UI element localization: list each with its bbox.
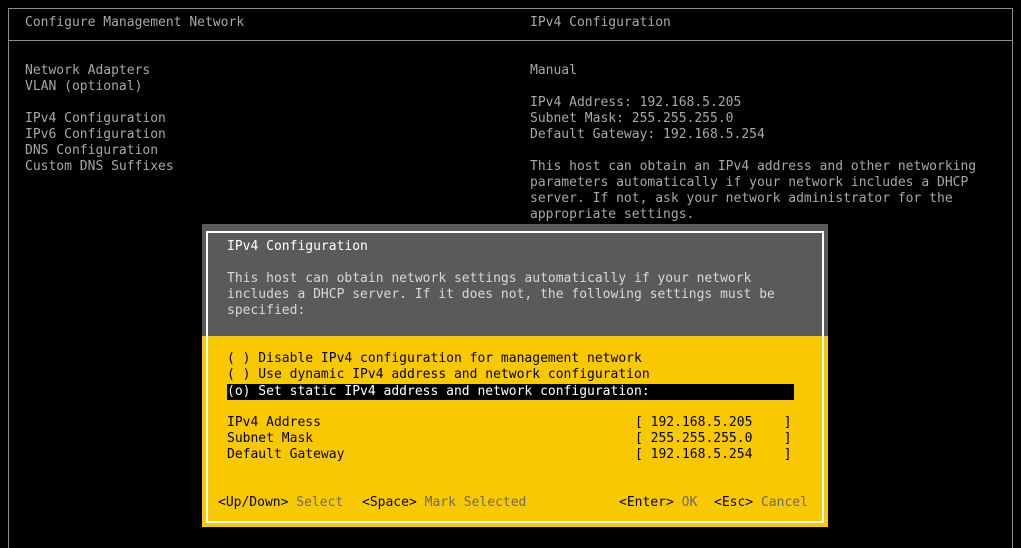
subnet-mask-label: Subnet Mask: [227, 431, 314, 446]
ipv4-config-dialog: IPv4 Configuration This host can obtain …: [202, 224, 828, 527]
menu-item-custom-dns-suffixes[interactable]: Custom DNS Suffixes: [25, 159, 174, 175]
right-description-line: appropriate settings.: [530, 207, 695, 222]
menu-item-ipv6-configuration[interactable]: IPv6 Configuration: [25, 127, 166, 143]
ipv4-address-field[interactable]: [ 192.168.5.205 ]: [635, 415, 792, 431]
ipv4-address-info: IPv4 Address: 192.168.5.205: [530, 95, 742, 110]
space-key: <Space>: [362, 495, 417, 510]
header-divider: [9, 40, 1012, 41]
updown-key: <Up/Down>: [218, 495, 289, 510]
right-panel-title: IPv4 Configuration: [530, 15, 671, 30]
default-gateway-label: Default Gateway: [227, 447, 345, 462]
footer-enter-ok[interactable]: <Enter> OK: [619, 495, 697, 511]
default-gateway-info: Default Gateway: 192.168.5.254: [530, 127, 765, 142]
option-disable-ipv4[interactable]: ( ) Disable IPv4 configuration for manag…: [227, 351, 642, 367]
ipv4-address-label: IPv4 Address: [227, 415, 321, 430]
updown-hint: Select: [296, 495, 344, 510]
left-panel-title: Configure Management Network: [25, 15, 245, 30]
footer-esc-cancel[interactable]: <Esc> Cancel: [714, 495, 808, 511]
menu-item-ipv4-configuration[interactable]: IPv4 Configuration: [25, 111, 166, 127]
space-hint: Mark Selected: [424, 495, 527, 510]
ok-hint: OK: [681, 495, 698, 510]
esc-key: <Esc>: [714, 495, 754, 510]
subnet-mask-info: Subnet Mask: 255.255.255.0: [530, 111, 734, 126]
enter-key: <Enter>: [619, 495, 674, 510]
dialog-description-line: specified:: [227, 303, 306, 318]
dialog-description-line: This host can obtain network settings au…: [227, 271, 752, 286]
dialog-description-line: includes a DHCP server. If it does not, …: [227, 287, 775, 302]
footer-space[interactable]: <Space> Mark Selected: [362, 495, 526, 511]
right-description-line: server. If not, ask your network adminis…: [530, 191, 953, 206]
footer-updown[interactable]: <Up/Down> Select: [218, 495, 343, 511]
default-gateway-field[interactable]: [ 192.168.5.254 ]: [635, 447, 792, 463]
dialog-title: IPv4 Configuration: [227, 239, 368, 254]
option-static-ipv4[interactable]: (o) Set static IPv4 address and network …: [227, 384, 794, 400]
ipv4-mode: Manual: [530, 63, 577, 78]
right-description-line: parameters automatically if your network…: [530, 175, 969, 190]
right-description-line: This host can obtain an IPv4 address and…: [530, 159, 977, 174]
menu-item-vlan[interactable]: VLAN (optional): [25, 79, 142, 95]
cancel-hint: Cancel: [760, 495, 808, 510]
menu-item-network-adapters[interactable]: Network Adapters: [25, 63, 150, 79]
option-dynamic-ipv4[interactable]: ( ) Use dynamic IPv4 address and network…: [227, 367, 650, 383]
menu-item-dns-configuration[interactable]: DNS Configuration: [25, 143, 158, 159]
subnet-mask-field[interactable]: [ 255.255.255.0 ]: [635, 431, 792, 447]
